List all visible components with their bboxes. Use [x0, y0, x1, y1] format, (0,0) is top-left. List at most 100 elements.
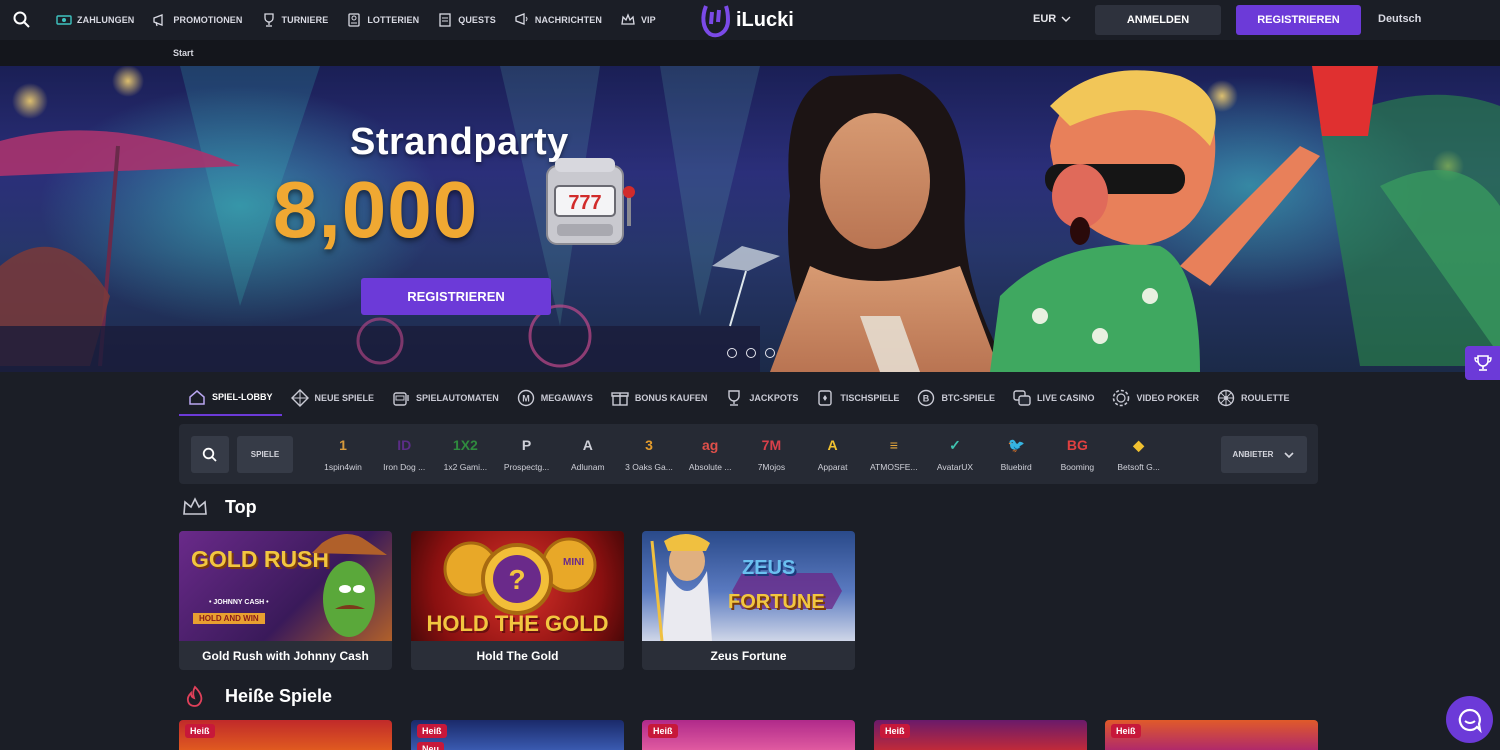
- hot-game-card[interactable]: Heiß: [179, 720, 392, 750]
- provider-item[interactable]: BG Booming: [1046, 432, 1108, 472]
- game-art-subtitle: MINI: [563, 557, 585, 568]
- provider-logo: ✓: [949, 436, 961, 453]
- carousel-dot[interactable]: [765, 348, 775, 358]
- nav-label: TURNIERE: [281, 15, 329, 25]
- tab-btc-spiele[interactable]: B BTC-SPIELE: [908, 380, 1004, 416]
- search-icon[interactable]: [12, 10, 32, 30]
- hero-amount: 8,000: [273, 165, 479, 254]
- carousel-dot[interactable]: [727, 348, 737, 358]
- game-card-zeus-fortune[interactable]: ZEUS FORTUNE Zeus Fortune: [642, 531, 855, 670]
- login-button[interactable]: ANMELDEN: [1095, 5, 1221, 35]
- nav-item-vip[interactable]: VIP: [620, 12, 656, 28]
- jackpot-trophy-icon: [728, 390, 741, 406]
- carousel-dot[interactable]: [746, 348, 756, 358]
- nav-item-zahlungen[interactable]: ZAHLUNGEN: [56, 12, 134, 28]
- live-chat-button[interactable]: [1446, 696, 1493, 743]
- currency-selector[interactable]: EUR: [1033, 13, 1072, 25]
- tab-neue-spiele[interactable]: NEUE SPIELE: [282, 380, 384, 416]
- hot-game-card[interactable]: Heiß: [642, 720, 855, 750]
- register-button[interactable]: REGISTRIEREN: [1236, 5, 1361, 35]
- provider-item[interactable]: 🐦 Bluebird: [985, 432, 1047, 473]
- tab-label: JACKPOTS: [749, 393, 799, 403]
- logo-icon: [701, 5, 731, 38]
- slot-symbol: 777: [568, 192, 601, 214]
- hero-banner[interactable]: Strandparty 8,000 777 REGISTRIEREN: [0, 66, 1500, 372]
- nav-item-promotionen[interactable]: PROMOTIONEN: [152, 12, 242, 28]
- tab-bonus-kaufen[interactable]: BONUS KAUFEN: [602, 380, 717, 416]
- nav-label: ZAHLUNGEN: [77, 15, 135, 25]
- nav-label: QUESTS: [458, 15, 496, 25]
- nav-label: NACHRICHTEN: [534, 15, 602, 25]
- tab-label: BONUS KAUFEN: [634, 393, 708, 403]
- language-selector[interactable]: Deutsch: [1378, 13, 1421, 25]
- provider-logo: 1X2: [452, 437, 478, 453]
- game-card-gold-rush[interactable]: GOLD RUSH • JOHNNY CASH • HOLD AND WIN G…: [179, 531, 392, 670]
- hot-game-card[interactable]: Heiß Neu: [411, 720, 624, 750]
- logo-text: iLucki: [736, 8, 794, 31]
- tab-video-poker[interactable]: VIDEO POKER: [1103, 380, 1208, 416]
- nav-item-quests[interactable]: QUESTS: [437, 12, 496, 28]
- main-nav: ZAHLUNGEN PROMOTIONEN TURNIERE LOTTERIEN…: [56, 0, 674, 40]
- providers-dropdown[interactable]: ANBIETER: [1221, 436, 1307, 473]
- provider-name: 3 Oaks Ga...: [625, 462, 673, 472]
- hot-game-card[interactable]: Heiß: [874, 720, 1087, 750]
- tab-label: TISCHSPIELE: [840, 393, 900, 403]
- site-logo[interactable]: iLucki: [700, 2, 794, 38]
- provider-item[interactable]: ≡ ATMOSFE...: [863, 432, 925, 472]
- cards-icon: [818, 390, 833, 406]
- diamond-icon: [290, 389, 309, 407]
- provider-item[interactable]: ag Absolute ...: [679, 432, 741, 472]
- section-title-text: Heiße Spiele: [225, 685, 333, 706]
- game-card-hold-the-gold[interactable]: ? MINI HOLD THE GOLD Hold The Gold: [411, 531, 624, 670]
- provider-item[interactable]: 1X2 1x2 Gami...: [434, 432, 496, 472]
- provider-item[interactable]: 7M 7Mojos: [740, 432, 802, 472]
- svg-text:?: ?: [508, 564, 525, 595]
- section-title-text: Top: [225, 496, 257, 517]
- tab-label: SPIELAUTOMATEN: [416, 393, 499, 403]
- hot-game-card[interactable]: Heiß: [1105, 720, 1318, 750]
- tab-spielautomaten[interactable]: SPIELAUTOMATEN: [383, 380, 508, 416]
- provider-logo: ag: [702, 437, 719, 453]
- crown-icon: [621, 13, 635, 25]
- tab-label: VIDEO POKER: [1136, 393, 1199, 403]
- section-hot-heading: Heiße Spiele: [181, 685, 332, 707]
- nav-item-nachrichten[interactable]: NACHRICHTEN: [514, 12, 602, 28]
- tab-megaways[interactable]: M MEGAWAYS: [508, 380, 602, 416]
- nav-item-lotterien[interactable]: LOTTERIEN: [346, 12, 419, 28]
- provider-logo: ◆: [1133, 436, 1144, 453]
- provider-name: Absolute ...: [688, 462, 732, 472]
- provider-item[interactable]: P Prospectg...: [496, 432, 558, 472]
- provider-name: Betsoft G...: [1117, 462, 1160, 472]
- tab-live-casino[interactable]: LIVE CASINO: [1004, 380, 1104, 416]
- provider-logo: A: [582, 437, 593, 453]
- breadcrumb: Start: [0, 40, 1500, 66]
- provider-item[interactable]: A Apparat: [802, 432, 864, 472]
- tab-roulette[interactable]: ROULETTE: [1208, 380, 1299, 416]
- provider-logo: ID: [397, 437, 412, 453]
- tournament-widget-button[interactable]: [1465, 346, 1500, 380]
- tab-tischspiele[interactable]: TISCHSPIELE: [807, 380, 908, 416]
- games-filter-button[interactable]: SPIELE: [237, 436, 293, 473]
- nav-item-turniere[interactable]: TURNIERE: [261, 12, 329, 28]
- svg-text:M: M: [522, 394, 530, 404]
- provider-item[interactable]: ID Iron Dog ...: [373, 432, 435, 472]
- section-top-heading: Top: [181, 496, 257, 518]
- provider-item[interactable]: ✓ AvatarUX: [924, 432, 986, 473]
- hot-badge: Heiß: [880, 724, 910, 738]
- carousel-dots: [727, 348, 775, 358]
- provider-item[interactable]: ◆ Betsoft G...: [1108, 432, 1170, 473]
- tab-spiel-lobby[interactable]: SPIEL-LOBBY: [179, 380, 282, 416]
- game-search-button[interactable]: [191, 436, 229, 473]
- tab-label: MEGAWAYS: [540, 393, 593, 403]
- hero-register-button[interactable]: REGISTRIEREN: [361, 278, 551, 315]
- new-badge: Neu: [417, 742, 445, 750]
- breadcrumb-item-start[interactable]: Start: [173, 48, 194, 58]
- hot-badge: Heiß: [185, 724, 215, 738]
- provider-item[interactable]: 3 3 Oaks Ga...: [618, 432, 680, 472]
- chevron-down-icon: [1061, 16, 1071, 22]
- provider-item[interactable]: 1 1spin4win: [312, 432, 374, 472]
- tab-jackpots[interactable]: JACKPOTS: [716, 380, 807, 416]
- game-thumbnail: GOLD RUSH • JOHNNY CASH • HOLD AND WIN: [179, 531, 392, 641]
- provider-item[interactable]: A Adlunam: [557, 432, 619, 472]
- megaways-icon: M: [517, 389, 534, 407]
